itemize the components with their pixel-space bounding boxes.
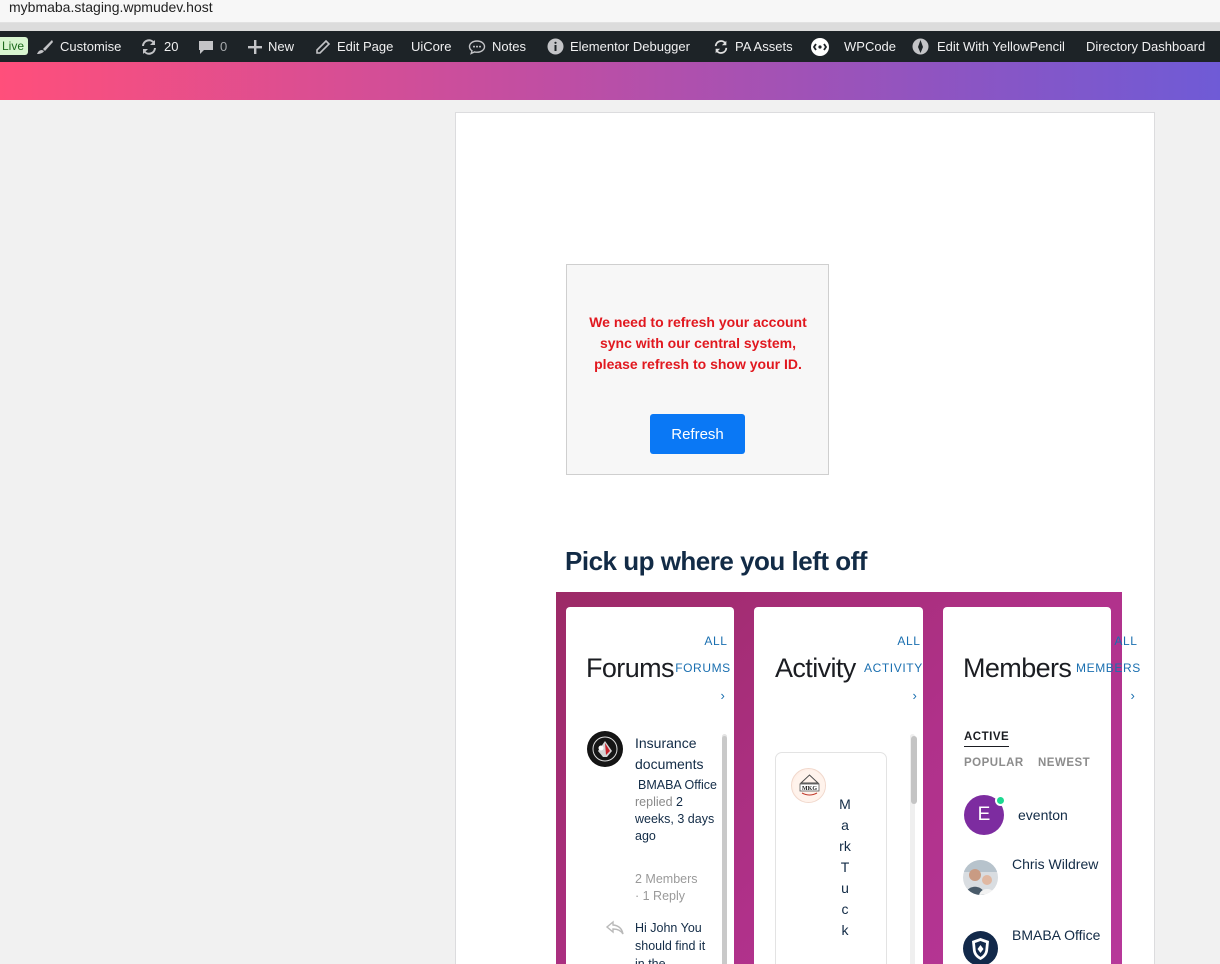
members-tab-popular[interactable]: POPULAR	[964, 757, 1024, 769]
site-header-gradient	[0, 62, 1220, 100]
forum-topic-replies: · 1 Reply	[635, 889, 686, 903]
activity-card-title: Activity	[775, 653, 856, 683]
admin-comments[interactable]: 0	[198, 31, 227, 62]
members-tab-active[interactable]: ACTIVE	[964, 731, 1010, 747]
forums-card-title: Forums	[586, 653, 675, 683]
admin-comments-count: 0	[220, 39, 228, 54]
admin-edit-page[interactable]: Edit Page	[315, 31, 393, 62]
admin-uicore[interactable]: UiCore	[411, 31, 451, 62]
admin-customise[interactable]: Customise	[36, 31, 121, 62]
all-members-link[interactable]: ALL MEMBERS ›	[1076, 628, 1141, 709]
admin-pa-assets-label: PA Assets	[735, 39, 793, 54]
forum-topic-action: replied	[635, 795, 673, 809]
url-text[interactable]: mybmaba.staging.wpmudev.host	[9, 0, 213, 14]
admin-wpcode[interactable]: WPCode	[810, 31, 896, 62]
admin-directory-dashboard-label: Directory Dashboard	[1086, 39, 1206, 54]
admin-notes-label: Notes	[492, 39, 526, 54]
bmaba-shield-icon	[963, 931, 998, 964]
info-icon	[547, 38, 564, 55]
online-status-badge	[995, 795, 1006, 806]
forum-reply-excerpt: Hi John You should find it in the	[635, 921, 706, 964]
all-activity-link-label: ACTIVITY	[864, 661, 923, 675]
plus-icon	[248, 39, 262, 54]
yellowpencil-logo-icon	[912, 38, 929, 55]
activity-scrollbar-thumb[interactable]	[911, 736, 917, 804]
admin-directory-dashboard[interactable]: Directory Dashboard	[1086, 31, 1205, 62]
admin-elementor-debugger[interactable]: Elementor Debugger	[547, 31, 690, 62]
wp-admin-bar: Customise 20 0 New Edit Page UiCore Note…	[0, 31, 1220, 62]
member-avatar-chris[interactable]	[963, 860, 998, 895]
all-activity-link[interactable]: ALL ACTIVITY ›	[864, 628, 922, 709]
admin-uicore-label: UiCore	[411, 39, 452, 54]
member-name-bmaba[interactable]: BMABA Office	[1012, 922, 1102, 949]
admin-pa-assets[interactable]: PA Assets	[713, 31, 793, 62]
forums-scrollbar-thumb[interactable]	[722, 736, 727, 964]
browser-url-bar[interactable]: mybmaba.staging.wpmudev.host	[0, 0, 1220, 23]
all-forums-link[interactable]: ALL FORUMS ›	[674, 628, 732, 709]
chevron-right-icon: ›	[912, 688, 918, 703]
forum-topic-counts: 2 Members · 1 Reply	[635, 871, 717, 905]
member-photo-icon	[963, 860, 998, 895]
forum-logo-icon	[588, 732, 622, 766]
reply-arrow-icon	[605, 920, 625, 941]
forum-topic-meta: BMABA Office replied 2 weeks, 3 days ago	[635, 777, 717, 845]
all-forums-link-all: ALL	[704, 634, 728, 648]
section-title: Pick up where you left off	[565, 546, 867, 576]
all-members-link-all: ALL	[1114, 634, 1138, 648]
pencil-icon	[316, 39, 331, 54]
admin-new[interactable]: New	[248, 31, 294, 62]
refresh-button[interactable]: Refresh	[650, 414, 745, 454]
admin-yellowpencil[interactable]: Edit With YellowPencil	[912, 31, 1065, 62]
paintbrush-icon	[37, 39, 53, 54]
admin-notes[interactable]: Notes	[468, 31, 526, 62]
refresh-icon	[142, 38, 156, 55]
all-members-link-label: MEMBERS	[1076, 661, 1141, 675]
admin-updates[interactable]: 20	[140, 31, 178, 62]
chevron-right-icon: ›	[1130, 688, 1136, 703]
browser-toolbar-divider	[0, 23, 1220, 31]
svg-text:MKG: MKG	[802, 786, 817, 792]
admin-new-label: New	[268, 39, 295, 54]
members-card-title: Members	[963, 653, 1072, 683]
member-avatar-bmaba[interactable]	[963, 931, 998, 964]
forum-topic-title[interactable]: Insurance documents	[635, 733, 717, 775]
sync-icon	[714, 39, 728, 54]
comment-bubble-icon	[199, 40, 213, 54]
admin-edit-page-label: Edit Page	[337, 39, 394, 54]
forum-avatar[interactable]	[587, 731, 623, 767]
account-sync-notice: We need to refresh your account sync wit…	[566, 264, 829, 475]
members-tab-newest[interactable]: NEWEST	[1038, 757, 1090, 769]
live-badge[interactable]: Live	[0, 37, 29, 55]
notice-message: We need to refresh your account sync wit…	[589, 314, 807, 372]
activity-author-name[interactable]: MarkTuck	[839, 794, 851, 964]
all-activity-link-all: ALL	[897, 634, 921, 648]
admin-elementor-debugger-label: Elementor Debugger	[570, 39, 690, 54]
forum-topic-author[interactable]: BMABA Office	[635, 777, 717, 794]
member-name-chris[interactable]: Chris Wildrew	[1012, 851, 1102, 878]
activity-avatar[interactable]: MKG	[791, 768, 826, 803]
chevron-right-icon: ›	[720, 688, 726, 703]
member-name-eventon[interactable]: eventon	[1018, 802, 1068, 829]
admin-yellowpencil-label: Edit With YellowPencil	[937, 39, 1065, 54]
admin-updates-count: 20	[164, 39, 179, 54]
all-forums-link-label: FORUMS	[675, 661, 731, 675]
admin-customise-label: Customise	[60, 39, 122, 54]
forum-topic-members: 2 Members	[635, 872, 698, 886]
admin-wpcode-label: WPCode	[844, 39, 897, 54]
chat-bubble-icon	[468, 39, 486, 55]
wpcode-logo-icon	[811, 37, 829, 56]
